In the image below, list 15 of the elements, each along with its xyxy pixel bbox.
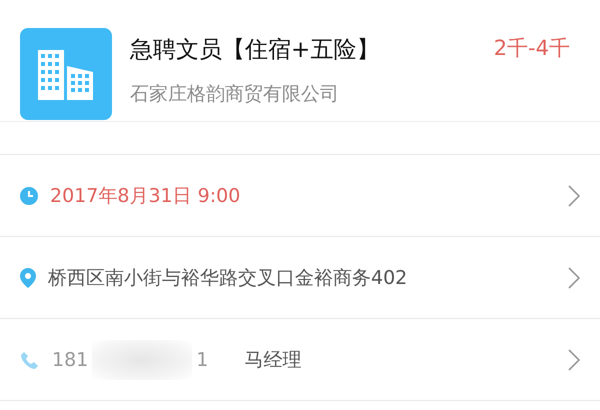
clock-icon [20,186,38,204]
chevron-right-icon[interactable] [568,266,580,288]
company-name: 石家庄格韵商贸有限公司 [130,82,340,107]
phone-number: 181 [52,348,88,370]
interview-time: 2017年8月31日 9:00 [50,184,240,208]
contact-name: 马经理 [244,348,302,372]
location-pin-icon [20,268,36,288]
chevron-right-icon[interactable] [568,348,580,370]
address-text: 桥西区南小街与裕华路交叉口金裕商务402 [48,266,408,290]
phone-number: 1 [196,348,208,370]
job-title: 急聘文员【住宿+五险】 [130,36,380,65]
phone-icon [20,350,40,370]
salary-range: 2千-4千 [494,35,570,62]
chevron-right-icon[interactable] [568,184,580,206]
building-logo-icon [20,28,112,120]
